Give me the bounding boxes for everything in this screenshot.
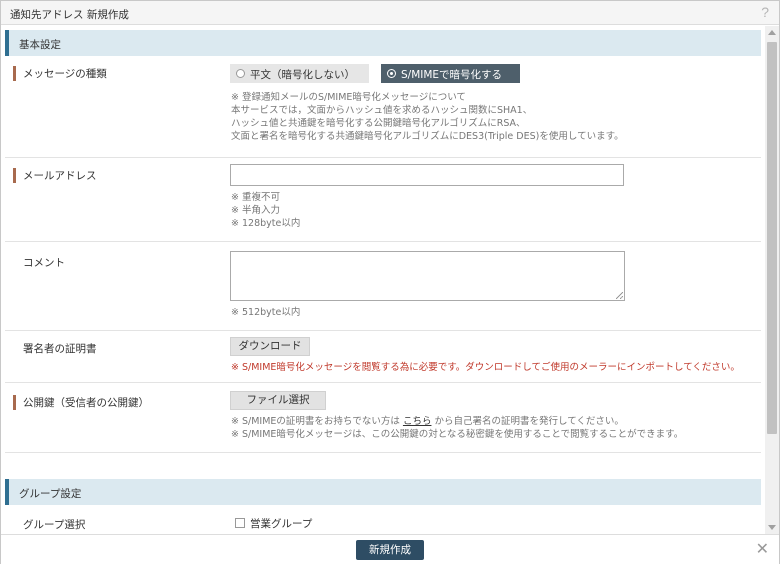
resize-grip-icon[interactable] [616, 292, 623, 299]
smime-note-line: 文面と署名を暗号化する共通鍵暗号化アルゴリズムにDES3(Triple DES)… [231, 131, 624, 142]
message-type-label: メッセージの種類 [13, 66, 107, 81]
smime-note-line: ※ 登録通知メールのS/MIME暗号化メッセージについて [231, 92, 466, 103]
public-key-label: 公開鍵（受信者の公開鍵） [13, 395, 149, 410]
comment-label: コメント [23, 257, 65, 269]
smime-notes: ※ 登録通知メールのS/MIME暗号化メッセージについて 本サービスでは，文面か… [231, 91, 624, 143]
radio-smime[interactable]: S/MIMEで暗号化する [381, 64, 520, 83]
create-button[interactable]: 新規作成 [356, 540, 424, 560]
comment-textarea[interactable] [230, 251, 625, 301]
radio-label-smime: S/MIMEで暗号化する [401, 69, 503, 81]
help-icon[interactable]: ? [761, 4, 769, 20]
public-key-notes: ※ S/MIMEの証明書をお持ちでない方は こちら から自己署名の証明書を発行し… [231, 415, 683, 441]
section-title-basic: 基本設定 [19, 39, 61, 51]
section-header-basic: 基本設定 [5, 30, 761, 56]
dialog-titlebar: 通知先アドレス 新規作成 ? [1, 1, 779, 25]
radio-label-plain: 平文（暗号化しない） [250, 69, 355, 81]
signer-cert-label: 署名者の証明書 [23, 343, 97, 355]
public-key-note-text: ※ S/MIMEの証明書をお持ちでない方は [231, 416, 403, 427]
file-select-button[interactable]: ファイル選択 [230, 391, 326, 410]
dialog-footer: 新規作成 ✕ [1, 534, 779, 564]
dialog-content[interactable]: 基本設定 メッセージの種類 平文（暗号化しない） S/MIMEで暗号化する ※ … [1, 26, 765, 534]
email-note-line: ※ 重複不可 [231, 192, 280, 203]
row-group: グループ選択 営業グループ [5, 506, 761, 534]
email-note-line: ※ 128byte以内 [231, 218, 301, 229]
public-key-note-line-1: ※ S/MIMEの証明書をお持ちでない方は こちら から自己署名の証明書を発行し… [231, 415, 683, 428]
row-comment: コメント ※ 512byte以内 [5, 242, 761, 331]
signer-cert-note: ※ S/MIME暗号化メッセージを閲覧する為に必要です。ダウンロードしてご使用の… [231, 362, 740, 373]
radio-plain-text[interactable]: 平文（暗号化しない） [230, 64, 369, 83]
row-message-type: メッセージの種類 平文（暗号化しない） S/MIMEで暗号化する ※ 登録通知メ… [5, 56, 761, 158]
email-notes: ※ 重複不可 ※ 半角入力 ※ 128byte以内 [231, 191, 300, 230]
smime-note-line: ハッシュ値と共通鍵を暗号化する公開鍵暗号化アルゴリズムにRSA、 [231, 118, 526, 129]
comment-note: ※ 512byte以内 [231, 307, 301, 318]
section-title-group: グループ設定 [19, 488, 82, 500]
email-label: メールアドレス [13, 168, 97, 183]
email-note-line: ※ 半角入力 [231, 205, 280, 216]
smime-note-line: 本サービスでは，文面からハッシュ値を求めるハッシュ関数にSHA1、 [231, 105, 533, 116]
row-email: メールアドレス ※ 重複不可 ※ 半角入力 ※ 128byte以内 [5, 158, 761, 242]
self-signed-cert-link[interactable]: こちら [403, 416, 432, 427]
download-button[interactable]: ダウンロード [230, 337, 310, 356]
new-notification-address-dialog: 通知先アドレス 新規作成 ? 基本設定 メッセージの種類 平文（暗号化しない） … [0, 0, 780, 564]
radio-circle-plain[interactable] [236, 69, 245, 78]
scroll-up-icon[interactable] [768, 30, 776, 35]
scrollbar-thumb[interactable] [767, 42, 777, 434]
close-icon[interactable]: ✕ [756, 541, 769, 557]
vertical-scrollbar[interactable] [765, 26, 779, 534]
public-key-note-text: から自己署名の証明書を発行してください。 [431, 416, 624, 427]
row-signer-cert: 署名者の証明書 ダウンロード ※ S/MIME暗号化メッセージを閲覧する為に必要… [5, 331, 761, 383]
group-checkbox-label[interactable]: 営業グループ [250, 516, 312, 531]
public-key-note-line-2: ※ S/MIME暗号化メッセージは、この公開鍵の対となる秘密鍵を使用することで閲… [231, 429, 684, 440]
email-input[interactable] [230, 164, 624, 186]
scroll-down-icon[interactable] [768, 525, 776, 530]
group-checkbox[interactable] [235, 518, 245, 528]
radio-circle-smime[interactable] [387, 69, 396, 78]
row-public-key: 公開鍵（受信者の公開鍵） ファイル選択 ※ S/MIMEの証明書をお持ちでない方… [5, 383, 761, 453]
group-select-label: グループ選択 [23, 519, 86, 531]
section-header-group: グループ設定 [5, 479, 761, 505]
dialog-title: 通知先アドレス 新規作成 [10, 9, 129, 21]
